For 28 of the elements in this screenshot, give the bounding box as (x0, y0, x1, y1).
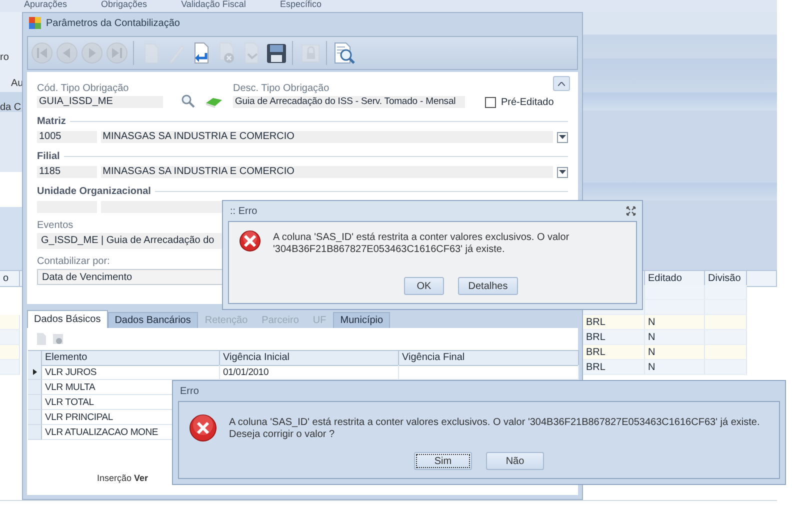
table-cell: N (645, 360, 705, 375)
dialog-title: :: Erro (230, 206, 258, 216)
table-cell: N (645, 345, 705, 360)
field-label: Contabilizar por: (37, 256, 111, 268)
section-title: Unidade Organizacional (37, 186, 151, 196)
field-label: Cód. Tipo Obrigação (37, 83, 130, 95)
error-message: A coluna 'SAS_ID' está restrita a conter valores exclusivos. O valor '304B36F21B867827E053463C1616CF63' já existe. Deseja corrigir o valor ? (229, 417, 761, 441)
checkbox-label: Pré-Editado (501, 96, 554, 108)
label-text: ro (0, 52, 9, 63)
status-text: Inserção Ver (97, 473, 150, 483)
column-header: Elemento (42, 350, 220, 366)
window-title: Parâmetros da Contabilização (46, 18, 180, 28)
table-cell: BRL (583, 345, 645, 360)
table-cell: BRL (583, 360, 645, 375)
column-header: Vigência Inicial (220, 350, 399, 366)
section-title: Matriz (37, 116, 66, 126)
column-header: o (0, 270, 20, 287)
label-text: da C (0, 102, 22, 113)
table-cell: N (645, 330, 705, 345)
dialog-title: Erro (180, 386, 199, 396)
field-label: Eventos (37, 220, 74, 232)
table-cell: N (645, 315, 705, 330)
section-title: Filial (37, 150, 60, 162)
column-header: Vigência Final (399, 350, 579, 366)
table-cell: BRL (583, 330, 645, 345)
table-cell: BRL (583, 315, 645, 330)
error-message: A coluna 'SAS_ID' está restrita a conter valores exclusivos. O valor '304B36F21B867827E053463C1616CF63' já existe. (273, 232, 570, 256)
field-label: Desc. Tipo Obrigação (233, 83, 330, 95)
